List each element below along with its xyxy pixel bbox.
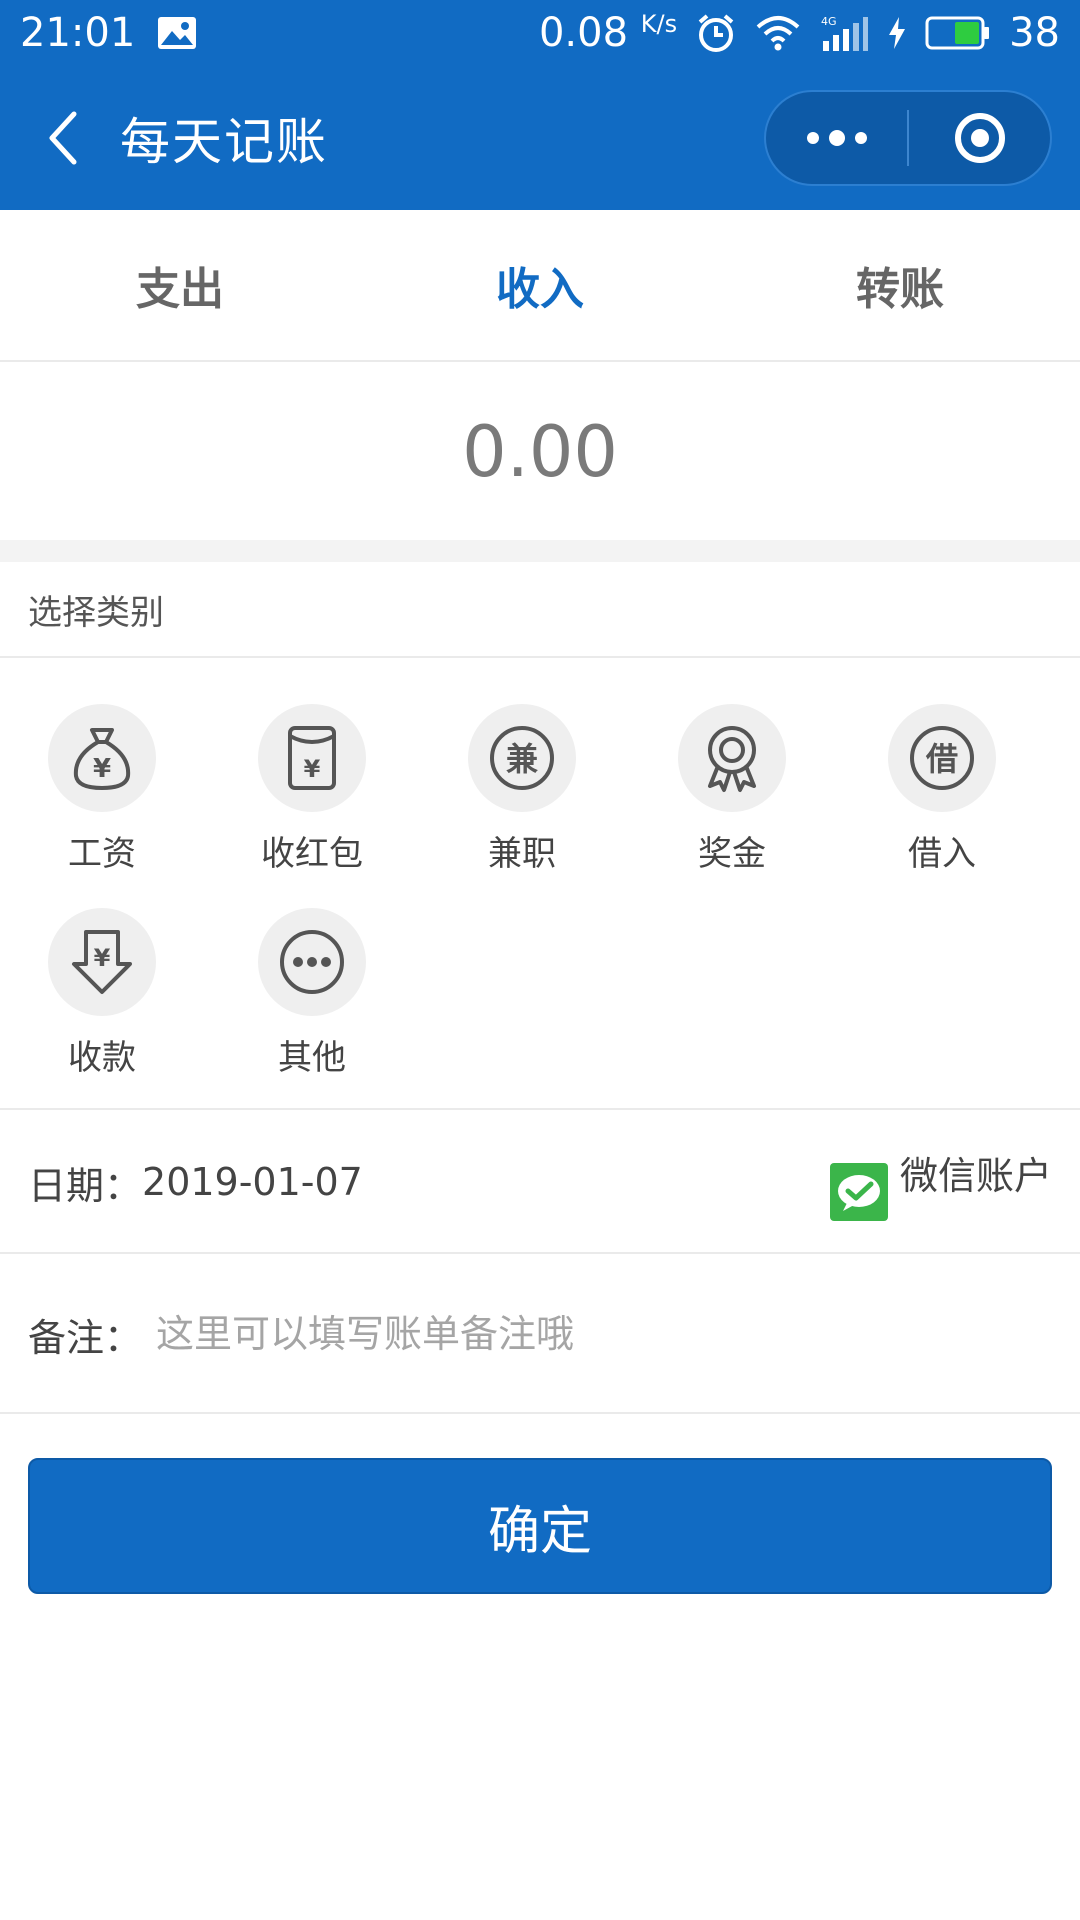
category-other[interactable]: 其他 [237, 908, 387, 1088]
tab-income[interactable]: 收入 [360, 210, 720, 360]
medal-icon [708, 726, 756, 792]
more-menu-button[interactable] [766, 92, 907, 184]
category-label: 兼职 [488, 834, 556, 874]
svg-text:¥: ¥ [93, 754, 111, 784]
nav-bar: 每天记账 [0, 66, 1080, 210]
category-label: 收红包 [261, 834, 363, 874]
svg-text:4G: 4G [821, 15, 837, 28]
red-envelope-icon: ¥ [288, 726, 336, 790]
close-miniapp-button[interactable] [909, 92, 1050, 184]
category-label: 借入 [908, 834, 976, 874]
amount-input[interactable]: 0.00 [0, 364, 1080, 540]
part-time-icon: 兼 [490, 726, 554, 790]
alarm-icon [695, 12, 737, 54]
note-row: 备注： [0, 1256, 1080, 1414]
back-button[interactable] [18, 66, 108, 210]
tab-expense[interactable]: 支出 [0, 210, 360, 360]
date-picker[interactable]: 2019-01-07 [142, 1160, 363, 1204]
category-header: 选择类别 [0, 562, 1080, 658]
category-grid: ¥ 工资 ¥ 收红包 兼 兼职 奖金 借 借入 ¥ 收款 其他 [0, 660, 1080, 1110]
net-speed: 0.08 K/s [538, 10, 678, 56]
category-red-envelope[interactable]: ¥ 收红包 [237, 704, 387, 884]
tab-transfer[interactable]: 转账 [720, 210, 1080, 360]
wifi-icon [755, 13, 801, 53]
category-part-time[interactable]: 兼 兼职 [447, 704, 597, 884]
account-selector[interactable]: 微信账户 [829, 1143, 1052, 1221]
status-bar: 21:01 0.08 K/s 4G 38 [0, 0, 1080, 66]
svg-text:¥: ¥ [304, 755, 321, 783]
section-gap [0, 540, 1080, 562]
miniapp-capsule [764, 90, 1052, 186]
category-salary[interactable]: ¥ 工资 [27, 704, 177, 884]
category-receive-payment[interactable]: ¥ 收款 [27, 908, 177, 1088]
status-time: 21:01 [20, 10, 136, 56]
category-label: 收款 [68, 1038, 136, 1078]
target-icon [954, 113, 1005, 163]
account-label: 微信账户 [899, 1153, 1052, 1198]
charging-icon [887, 16, 907, 50]
chevron-left-icon [49, 111, 77, 165]
signal-4g-icon: 4G [819, 13, 869, 53]
battery-level: 38 [1009, 10, 1060, 56]
category-bonus[interactable]: 奖金 [657, 704, 807, 884]
more-dots-icon [806, 130, 867, 146]
wechat-icon [829, 1163, 888, 1221]
more-icon [280, 930, 344, 994]
money-bag-icon: ¥ [73, 728, 131, 791]
category-label: 其他 [278, 1038, 346, 1078]
page-title: 每天记账 [120, 113, 328, 171]
confirm-button[interactable]: 确定 [28, 1458, 1052, 1594]
category-label: 工资 [68, 834, 136, 874]
svg-text:¥: ¥ [94, 944, 111, 972]
svg-text:兼: 兼 [506, 740, 538, 778]
battery-icon [925, 15, 991, 51]
image-notification-icon [157, 16, 197, 50]
borrow-icon: 借 [910, 726, 974, 790]
note-label: 备注： [28, 1315, 143, 1360]
type-tabs: 支出 收入 转账 [0, 210, 1080, 362]
date-row: 日期： 2019-01-07 微信账户 [0, 1112, 1080, 1254]
category-borrow[interactable]: 借 借入 [867, 704, 1017, 884]
screen: 21:01 0.08 K/s 4G 38 每天记账 支出 收入 转账 0.00 … [0, 0, 1080, 1920]
date-label: 日期： [28, 1163, 143, 1208]
receive-payment-icon: ¥ [72, 930, 132, 994]
svg-text:借: 借 [925, 740, 958, 778]
note-input[interactable] [156, 1312, 976, 1356]
category-label: 奖金 [698, 834, 766, 874]
